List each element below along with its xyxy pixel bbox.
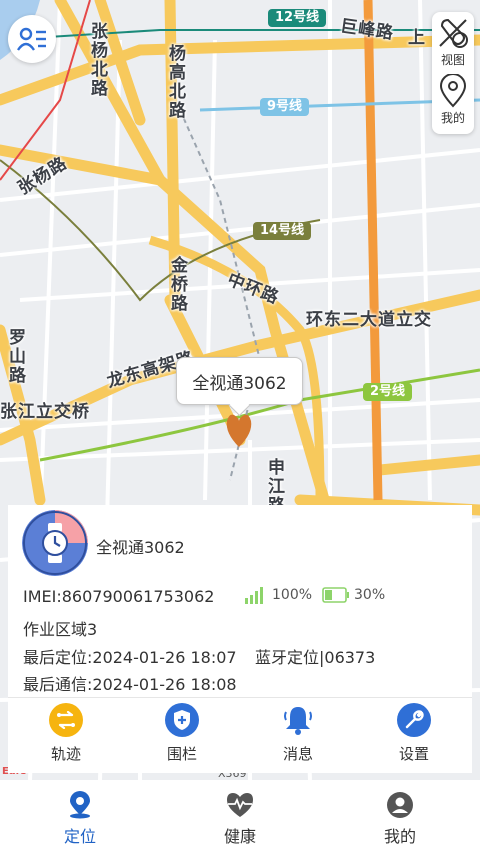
message-label: 消息 <box>282 745 313 763</box>
road-label-jiangli: 张江立交桥 <box>0 402 90 422</box>
wrench-icon <box>397 703 431 737</box>
metro-badge-12: 12号线 <box>268 9 327 27</box>
road-label-zhangyang-bei: 张杨北路 <box>87 22 107 98</box>
metro-badge-9: 9号线 <box>260 98 310 116</box>
road-label-jufeng-suffix: 上 <box>408 28 426 48</box>
work-area: 作业区域3 <box>23 620 98 639</box>
tab-mine[interactable]: 我的 <box>320 780 480 853</box>
signal-bars-icon <box>245 587 263 604</box>
signal-indicator: 100% <box>244 586 312 604</box>
road-label-luoshan: 罗山路 <box>5 328 25 385</box>
signal-value: 100% <box>272 587 313 603</box>
map-controls-panel: 视图 我的 <box>432 12 474 134</box>
bell-icon <box>281 703 315 737</box>
app-screen: 张杨北路 杨高北路 张杨路 巨峰路 上 金桥路 中环路 环东二大道立交 罗山路 … <box>0 0 480 853</box>
map-view-icon <box>439 18 468 48</box>
watch-icon <box>22 510 88 576</box>
battery-indicator: 30% <box>322 586 385 604</box>
fence-label: 围栏 <box>166 745 197 763</box>
my-location-button[interactable]: 我的 <box>438 74 468 132</box>
contact-list-button[interactable] <box>8 15 56 63</box>
card-divider <box>8 697 472 698</box>
road-label-yanggao-bei: 杨高北路 <box>165 44 185 120</box>
battery-value: 30% <box>354 587 386 603</box>
marker-info-bubble[interactable]: 全视通3062 <box>176 357 303 405</box>
tab-mine-label: 我的 <box>383 827 416 846</box>
contact-list-icon <box>17 27 46 51</box>
road-label-jinqiao: 金桥路 <box>167 256 187 313</box>
tab-location-label: 定位 <box>63 827 96 846</box>
battery-level-fill <box>325 590 332 600</box>
my-location-label: 我的 <box>440 111 465 125</box>
battery-icon <box>322 587 349 603</box>
track-label: 轨迹 <box>50 745 81 763</box>
metro-badge-14: 14号线 <box>253 222 312 240</box>
device-name: 全视通3062 <box>96 538 185 557</box>
tab-health-label: 健康 <box>223 827 256 846</box>
device-info-card: 全视通3062 IMEI:860790061753062 100% 30% 作业… <box>8 505 472 773</box>
bottom-tab-bar: 定位 健康 我的 <box>0 780 480 853</box>
settings-label: 设置 <box>398 745 429 763</box>
device-avatar[interactable] <box>22 510 88 576</box>
device-imei: IMEI:860790061753062 <box>23 587 215 606</box>
location-pin-icon <box>439 74 467 108</box>
location-icon <box>70 791 90 819</box>
last-location-time: 最后定位:2024-01-26 18:07 <box>23 648 237 667</box>
user-icon <box>387 792 413 818</box>
last-communication-time: 最后通信:2024-01-26 18:08 <box>23 675 237 694</box>
location-mode: 蓝牙定位|06373 <box>255 648 376 667</box>
action-bar: 轨迹 围栏 消息 设置 <box>8 703 472 769</box>
metro-badge-2: 2号线 <box>363 383 413 401</box>
message-button[interactable]: 消息 <box>240 703 356 769</box>
track-icon <box>49 703 83 737</box>
view-toggle-label: 视图 <box>440 53 465 67</box>
heart-pulse-icon <box>227 793 253 817</box>
settings-button[interactable]: 设置 <box>356 703 472 769</box>
track-button[interactable]: 轨迹 <box>8 703 124 769</box>
tab-location[interactable]: 定位 <box>0 780 160 853</box>
fence-button[interactable]: 围栏 <box>124 703 240 769</box>
marker-bubble-text: 全视通3062 <box>192 373 287 394</box>
view-toggle-button[interactable]: 视图 <box>436 16 470 74</box>
shield-plus-icon <box>165 703 199 737</box>
tab-health[interactable]: 健康 <box>160 780 320 853</box>
map-view[interactable]: 张杨北路 杨高北路 张杨路 巨峰路 上 金桥路 中环路 环东二大道立交 罗山路 … <box>0 0 480 780</box>
device-location-marker-icon[interactable] <box>225 411 253 447</box>
road-label-huandong: 环东二大道立交 <box>306 310 432 330</box>
